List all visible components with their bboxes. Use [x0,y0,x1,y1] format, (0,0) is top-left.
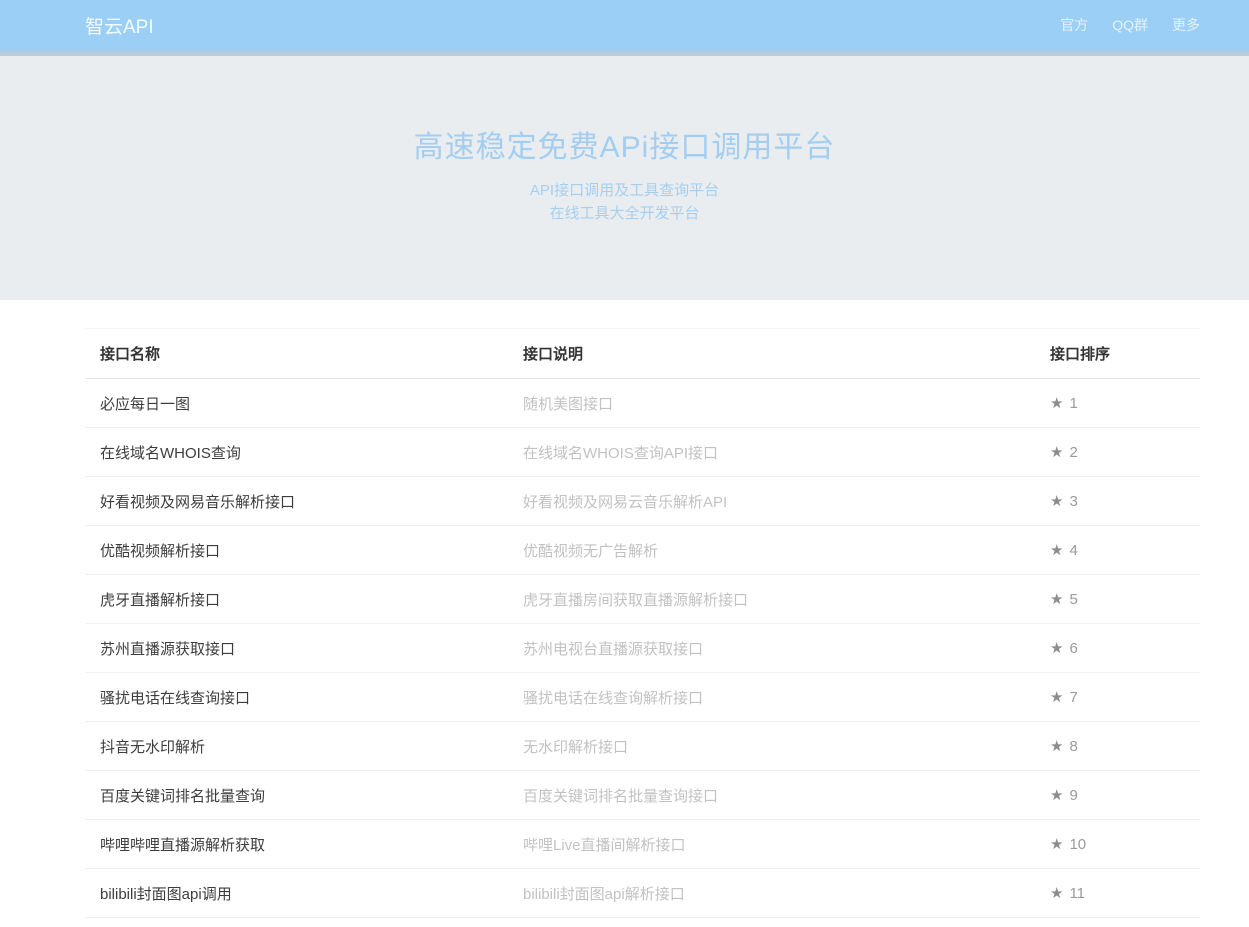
nav-link-official[interactable]: 官方 [1060,15,1088,35]
api-rank: ★1 [1035,379,1200,428]
api-table: 接口名称 接口说明 接口排序 必应每日一图 随机美图接口 ★1 在线域名WHOI… [85,328,1200,918]
star-icon: ★ [1050,787,1063,804]
api-name: bilibili封面图api调用 [85,869,508,918]
table-row[interactable]: 骚扰电话在线查询接口 骚扰电话在线查询解析接口 ★7 [85,673,1200,722]
api-rank: ★9 [1035,771,1200,820]
rank-number: 4 [1069,542,1077,559]
api-description: 骚扰电话在线查询解析接口 [508,673,1035,722]
api-description: 优酷视频无广告解析 [508,526,1035,575]
star-icon: ★ [1050,640,1063,657]
api-name: 在线域名WHOIS查询 [85,428,508,477]
star-icon: ★ [1050,444,1063,461]
column-header-name: 接口名称 [85,329,508,379]
table-row[interactable]: 必应每日一图 随机美图接口 ★1 [85,379,1200,428]
rank-number: 9 [1069,787,1077,804]
api-rank: ★2 [1035,428,1200,477]
api-name: 好看视频及网易音乐解析接口 [85,477,508,526]
star-icon: ★ [1050,738,1063,755]
api-description: 苏州电视台直播源获取接口 [508,624,1035,673]
rank-number: 8 [1069,738,1077,755]
star-icon: ★ [1050,836,1063,853]
api-description: 好看视频及网易云音乐解析API [508,477,1035,526]
star-icon: ★ [1050,493,1063,510]
api-name: 优酷视频解析接口 [85,526,508,575]
hero-title: 高速稳定免费APi接口调用平台 [0,122,1249,166]
navbar-links: 官方 QQ群 更多 [1060,15,1200,35]
column-header-rank: 接口排序 [1035,329,1200,379]
hero-subtitle-2: 在线工具大全开发平台 [0,202,1249,225]
api-description: 百度关键词排名批量查询接口 [508,771,1035,820]
api-description: 哔哩Live直播间解析接口 [508,820,1035,869]
api-name: 虎牙直播解析接口 [85,575,508,624]
hero-banner: 高速稳定免费APi接口调用平台 API接口调用及工具查询平台 在线工具大全开发平… [0,56,1249,300]
api-table-body: 必应每日一图 随机美图接口 ★1 在线域名WHOIS查询 在线域名WHOIS查询… [85,379,1200,918]
rank-number: 7 [1069,689,1077,706]
api-table-header: 接口名称 接口说明 接口排序 [85,329,1200,379]
rank-number: 2 [1069,444,1077,461]
star-icon: ★ [1050,542,1063,559]
hero-subtitle-1: API接口调用及工具查询平台 [0,179,1249,202]
table-row[interactable]: 虎牙直播解析接口 虎牙直播房间获取直播源解析接口 ★5 [85,575,1200,624]
api-name: 百度关键词排名批量查询 [85,771,508,820]
api-rank: ★4 [1035,526,1200,575]
rank-number: 10 [1069,836,1086,853]
api-description: 随机美图接口 [508,379,1035,428]
table-row[interactable]: 百度关键词排名批量查询 百度关键词排名批量查询接口 ★9 [85,771,1200,820]
nav-link-qq-group[interactable]: QQ群 [1112,15,1148,35]
rank-number: 1 [1069,395,1077,412]
api-rank: ★6 [1035,624,1200,673]
column-header-description: 接口说明 [508,329,1035,379]
rank-number: 3 [1069,493,1077,510]
nav-link-more[interactable]: 更多 [1172,15,1200,35]
api-rank: ★5 [1035,575,1200,624]
table-row[interactable]: 好看视频及网易音乐解析接口 好看视频及网易云音乐解析API ★3 [85,477,1200,526]
api-description: 虎牙直播房间获取直播源解析接口 [508,575,1035,624]
star-icon: ★ [1050,689,1063,706]
table-row[interactable]: 哔哩哔哩直播源解析获取 哔哩Live直播间解析接口 ★ 10 [85,820,1200,869]
api-description: 在线域名WHOIS查询API接口 [508,428,1035,477]
brand-logo[interactable]: 智云API [85,12,154,39]
table-row[interactable]: 在线域名WHOIS查询 在线域名WHOIS查询API接口 ★2 [85,428,1200,477]
api-name: 必应每日一图 [85,379,508,428]
api-description: bilibili封面图api解析接口 [508,869,1035,918]
rank-number: 6 [1069,640,1077,657]
api-rank: ★ 10 [1035,820,1200,869]
table-row[interactable]: 抖音无水印解析 无水印解析接口 ★8 [85,722,1200,771]
api-list-container: 接口名称 接口说明 接口排序 必应每日一图 随机美图接口 ★1 在线域名WHOI… [85,328,1200,918]
star-icon: ★ [1050,885,1063,902]
table-row[interactable]: 苏州直播源获取接口 苏州电视台直播源获取接口 ★6 [85,624,1200,673]
api-rank: ★8 [1035,722,1200,771]
star-icon: ★ [1050,395,1063,412]
table-row[interactable]: bilibili封面图api调用 bilibili封面图api解析接口 ★ 11 [85,869,1200,918]
api-name: 抖音无水印解析 [85,722,508,771]
api-name: 骚扰电话在线查询接口 [85,673,508,722]
rank-number: 5 [1069,591,1077,608]
api-rank: ★3 [1035,477,1200,526]
api-name: 苏州直播源获取接口 [85,624,508,673]
rank-number: 11 [1069,885,1085,902]
star-icon: ★ [1050,591,1063,608]
api-name: 哔哩哔哩直播源解析获取 [85,820,508,869]
api-rank: ★ 11 [1035,869,1200,918]
api-description: 无水印解析接口 [508,722,1035,771]
table-row[interactable]: 优酷视频解析接口 优酷视频无广告解析 ★4 [85,526,1200,575]
top-navbar: 智云API 官方 QQ群 更多 [0,0,1249,50]
api-rank: ★7 [1035,673,1200,722]
